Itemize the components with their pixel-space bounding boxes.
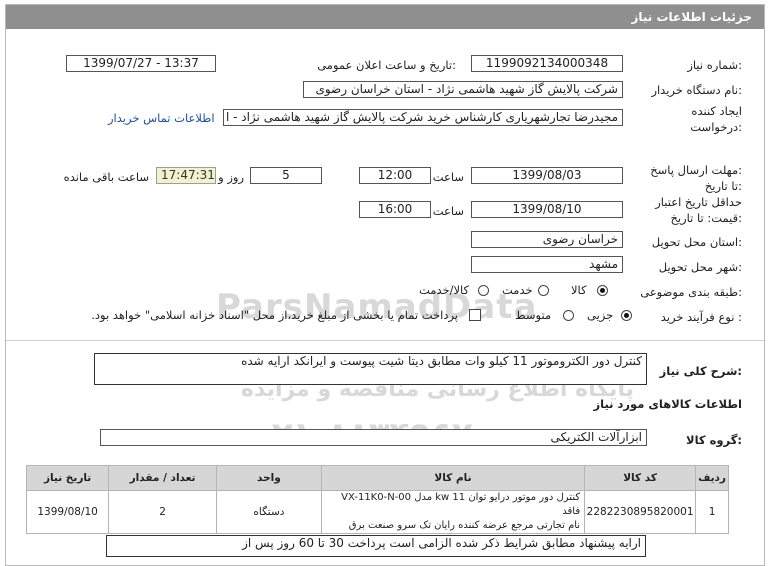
row-name-line2: نام تجارتی مرجع عرضه کننده رایان تک سرو …	[348, 520, 581, 531]
row-unit: دستگاه	[215, 490, 322, 534]
category-service-label: خدمت	[502, 283, 533, 297]
city-label: شهر محل تحویل:	[658, 260, 742, 274]
col-code: کد کالا	[584, 465, 697, 491]
treasury-payment-note: پرداخت تمام یا بخشی از مبلغ خرید،از محل …	[91, 308, 458, 322]
process-medium-radio[interactable]	[563, 310, 574, 321]
process-minor-label: جزیی	[587, 308, 614, 322]
process-medium-label: متوسط	[515, 308, 552, 322]
row-qty: 2	[108, 490, 217, 534]
need-number-field: 1199092134000348	[471, 55, 623, 72]
table-row: 1399/08/10 2 دستگاه کنترل دور موتور درای…	[25, 490, 729, 534]
announce-label: تاریخ و ساعت اعلان عمومی:	[317, 58, 456, 72]
creator-label-1: ایجاد کننده	[691, 104, 742, 118]
col-index: ردیف	[695, 465, 729, 491]
category-service-radio[interactable]	[538, 285, 549, 296]
row-index: 1	[695, 490, 729, 534]
treasury-payment-checkbox[interactable]	[469, 309, 481, 321]
days-remaining-field: 5	[250, 167, 322, 184]
validity-label-2: قیمت: تا تاریخ:	[670, 211, 742, 225]
process-label: نوع فرآیند خرید :	[660, 310, 742, 324]
category-goods-radio[interactable]	[597, 285, 608, 296]
category-label: طبقه بندی موضوعی:	[640, 285, 742, 299]
province-field: خراسان رضوی	[471, 231, 623, 248]
creator-label-2: درخواست:	[690, 120, 742, 134]
panel-title-bar: جزئیات اطلاعات نیاز	[6, 5, 764, 29]
buyer-contact-link[interactable]: اطلاعات تماس خریدار	[108, 111, 215, 125]
deadline-label-2: تا تاریخ:	[704, 179, 742, 193]
row-date: 1399/08/10	[25, 490, 110, 534]
remaining-time-field: 17:47:31	[156, 167, 216, 184]
validity-date-field: 1399/08/10	[471, 201, 623, 218]
validity-label-1: حداقل تاریخ اعتبار	[655, 195, 742, 209]
col-unit: واحد	[215, 465, 322, 491]
validity-time-label: ساعت	[432, 204, 464, 218]
deadline-label-1: مهلت ارسال پاسخ:	[650, 163, 742, 177]
description-label: شرح کلی نیاز:	[659, 364, 742, 378]
days-label: روز و	[218, 170, 244, 184]
goods-group-field: ابزارآلات الکتریکی	[100, 429, 647, 446]
city-field: مشهد	[471, 256, 623, 273]
deadline-time-label: ساعت	[432, 170, 464, 184]
buyer-label: نام دستگاه خریدار:	[651, 83, 742, 97]
col-name: نام کالا	[320, 465, 586, 491]
category-both-radio[interactable]	[478, 285, 489, 296]
goods-table-header: تاریخ نیاز تعداد / مقدار واحد نام کالا ک…	[25, 465, 729, 491]
province-label: استان محل تحویل:	[651, 235, 742, 249]
row-name: کنترل دور موتور درایو توان kw 11 مدل VX-…	[320, 490, 586, 534]
col-qty: تعداد / مقدار	[108, 465, 217, 491]
validity-time-field: 16:00	[359, 201, 431, 218]
section-divider	[6, 340, 764, 341]
row-code: 2282230895820001	[584, 490, 697, 534]
col-date: تاریخ نیاز	[25, 465, 110, 491]
deadline-date-field: 1399/08/03	[471, 167, 623, 184]
process-minor-radio[interactable]	[621, 310, 632, 321]
row-name-line1: کنترل دور موتور درایو توان kw 11 مدل VX-…	[341, 492, 581, 517]
panel-title: جزئیات اطلاعات نیاز	[631, 10, 752, 24]
category-goods-label: کالا	[571, 283, 587, 297]
category-both-label: کالا/خدمت	[419, 283, 470, 297]
announce-field: 1399/07/27 - 13:37	[66, 55, 216, 72]
creator-field: مجیدرضا تجارشهریاری کارشناس خرید شرکت پا…	[223, 109, 623, 126]
goods-section-title: اطلاعات کالاهای مورد نیاز	[593, 397, 742, 411]
description-field: کنترل دور الکتروموتور 11 کیلو وات مطابق …	[94, 353, 647, 385]
buyer-field: شرکت پالایش گاز شهید هاشمی نژاد - استان …	[303, 81, 623, 98]
goods-table: تاریخ نیاز تعداد / مقدار واحد نام کالا ک…	[25, 465, 729, 534]
remaining-time-label: ساعت باقی مانده	[63, 170, 149, 184]
footer-note-box: ارایه پیشنهاد مطابق شرایط ذکر شده الزامی…	[106, 535, 646, 557]
deadline-time-field: 12:00	[359, 167, 431, 184]
goods-group-label: گروه کالا:	[686, 433, 742, 447]
need-number-label: شماره نیاز:	[687, 58, 742, 72]
